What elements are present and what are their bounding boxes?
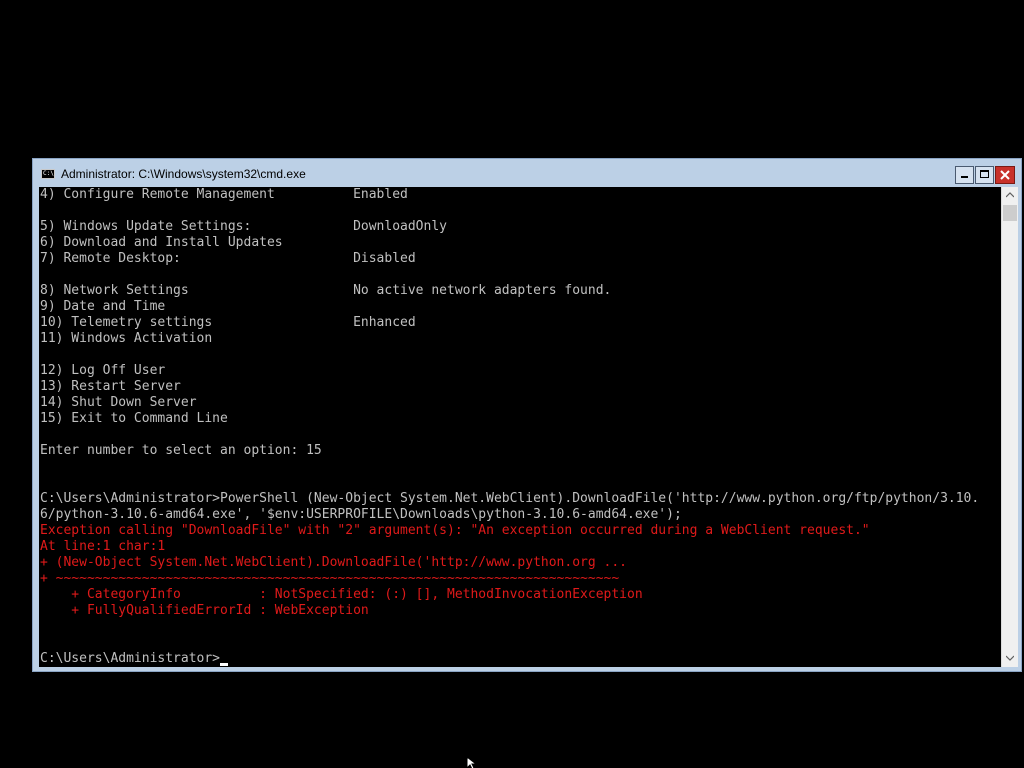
cmd-app-icon: C:\ [41, 169, 55, 179]
text-cursor [220, 663, 229, 666]
arrow-down-icon [1006, 655, 1014, 661]
console-line: 8) Network Settings No active network ad… [40, 283, 612, 298]
console-line: 13) Restart Server [40, 379, 181, 394]
console-line: 12) Log Off User [40, 363, 166, 378]
console-line: 4) Configure Remote Management Enabled [40, 187, 408, 202]
console-line: + (New-Object System.Net.WebClient).Down… [40, 555, 627, 570]
mouse-pointer-icon [466, 756, 478, 768]
console-line: + FullyQualifiedErrorId : WebException [40, 603, 369, 618]
vertical-scrollbar[interactable] [1001, 187, 1018, 667]
scroll-thumb[interactable] [1003, 205, 1017, 221]
console-line: 10) Telemetry settings Enhanced [40, 315, 416, 330]
console-line: 15) Exit to Command Line [40, 411, 228, 426]
console-line: + CategoryInfo : NotSpecified: (:) [], M… [40, 587, 643, 602]
minimize-button[interactable] [955, 166, 974, 184]
scroll-down-button[interactable] [1002, 650, 1018, 667]
console-output[interactable]: 4) Configure Remote Management Enabled 5)… [39, 187, 1001, 667]
console-line: Enter number to select an option: 15 [40, 443, 322, 458]
close-button[interactable] [995, 166, 1015, 184]
close-icon [1000, 170, 1010, 180]
arrow-up-icon [1006, 192, 1014, 198]
console-line: 5) Windows Update Settings: DownloadOnly [40, 219, 447, 234]
console-line: Exception calling "DownloadFile" with "2… [40, 523, 870, 538]
console-line: At line:1 char:1 [40, 539, 166, 554]
window-titlebar[interactable]: C:\ Administrator: C:\Windows\system32\c… [33, 159, 1021, 187]
maximize-button[interactable] [975, 166, 994, 184]
console-line: C:\Users\Administrator>PowerShell (New-O… [40, 491, 980, 506]
console-line: + ~~~~~~~~~~~~~~~~~~~~~~~~~~~~~~~~~~~~~~… [40, 571, 620, 586]
scroll-up-button[interactable] [1002, 187, 1018, 204]
console-line: 9) Date and Time [40, 299, 166, 314]
command-prompt-line: C:\Users\Administrator> [40, 651, 229, 667]
console-line: 7) Remote Desktop: Disabled [40, 251, 416, 266]
cmd-window[interactable]: C:\ Administrator: C:\Windows\system32\c… [32, 158, 1022, 672]
window-title: Administrator: C:\Windows\system32\cmd.e… [61, 167, 306, 181]
console-line: 6/python-3.10.6-amd64.exe', '$env:USERPR… [40, 507, 682, 522]
console-line: 6) Download and Install Updates [40, 235, 283, 250]
console-line: 11) Windows Activation [40, 331, 213, 346]
console-line: 14) Shut Down Server [40, 395, 197, 410]
